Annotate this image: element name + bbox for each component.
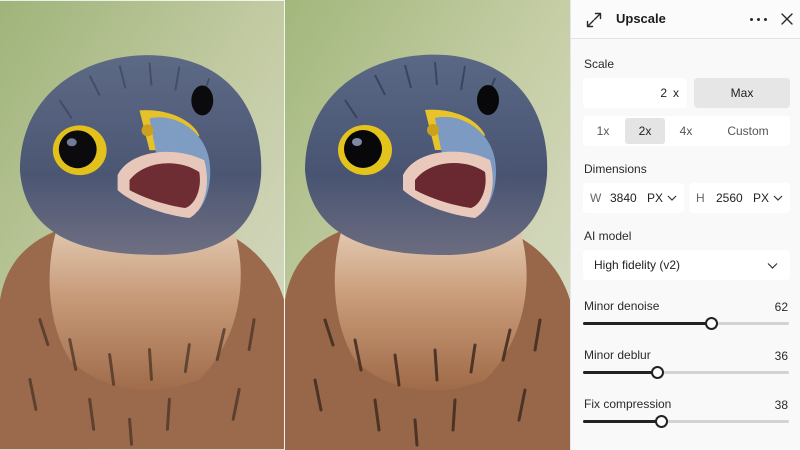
- deblur-value: 36: [774, 349, 788, 363]
- close-icon[interactable]: [779, 11, 795, 27]
- upscale-panel: Upscale Scale 2 x Max 1x 2x 4x Custom Di…: [570, 0, 800, 450]
- ai-model-dropdown[interactable]: High fidelity (v2): [583, 250, 790, 280]
- denoise-slider[interactable]: [583, 317, 789, 330]
- scale-value: 2: [660, 86, 667, 100]
- fix-compression-value: 38: [774, 398, 788, 412]
- fix-compression-label: Fix compression: [584, 397, 672, 411]
- chevron-down-icon[interactable]: [773, 193, 783, 203]
- height-label: H: [696, 191, 705, 205]
- height-value: 2560: [716, 191, 743, 205]
- denoise-value: 62: [774, 300, 788, 314]
- width-label: W: [590, 191, 602, 205]
- width-unit: PX: [647, 191, 664, 205]
- deblur-slider[interactable]: [583, 366, 789, 379]
- scale-input[interactable]: 2 x: [583, 78, 687, 108]
- deblur-slider-fill: [583, 371, 658, 374]
- kestrel-photo-original: [0, 0, 284, 450]
- original-image-preview: [0, 0, 284, 450]
- scale-unit: x: [673, 86, 679, 100]
- scale-option-2x[interactable]: 2x: [625, 118, 665, 144]
- scale-label: Scale: [584, 57, 615, 71]
- panel-title: Upscale: [616, 11, 666, 26]
- fix-compression-slider[interactable]: [583, 415, 789, 428]
- scale-option-custom[interactable]: Custom: [713, 118, 783, 144]
- width-value: 3840: [610, 191, 637, 205]
- upscaled-image-preview: [285, 0, 570, 450]
- chevron-down-icon[interactable]: [667, 193, 677, 203]
- scale-option-1x[interactable]: 1x: [589, 118, 617, 144]
- max-scale-button[interactable]: Max: [694, 78, 790, 108]
- expand-arrows-icon: [586, 12, 602, 28]
- more-horizontal-icon: [750, 18, 753, 21]
- deblur-label: Minor deblur: [584, 348, 651, 362]
- scale-option-4x[interactable]: 4x: [671, 118, 701, 144]
- denoise-slider-thumb[interactable]: [704, 317, 718, 330]
- width-field[interactable]: W 3840 PX: [583, 183, 684, 213]
- kestrel-photo-upscaled: [285, 0, 570, 450]
- fix-compression-slider-thumb[interactable]: [655, 415, 669, 428]
- scale-preset-selector: 1x 2x 4x Custom: [583, 116, 790, 146]
- denoise-label: Minor denoise: [584, 299, 660, 313]
- deblur-slider-thumb[interactable]: [651, 366, 665, 379]
- more-options-button[interactable]: [747, 9, 769, 29]
- ai-model-selected: High fidelity (v2): [594, 258, 681, 272]
- ai-model-label: AI model: [584, 229, 632, 243]
- dimensions-label: Dimensions: [584, 162, 647, 176]
- fix-compression-slider-fill: [583, 420, 662, 423]
- height-field[interactable]: H 2560 PX: [689, 183, 790, 213]
- chevron-down-icon: [767, 263, 778, 269]
- panel-header: Upscale: [571, 0, 800, 39]
- height-unit: PX: [753, 191, 770, 205]
- denoise-slider-fill: [583, 322, 711, 325]
